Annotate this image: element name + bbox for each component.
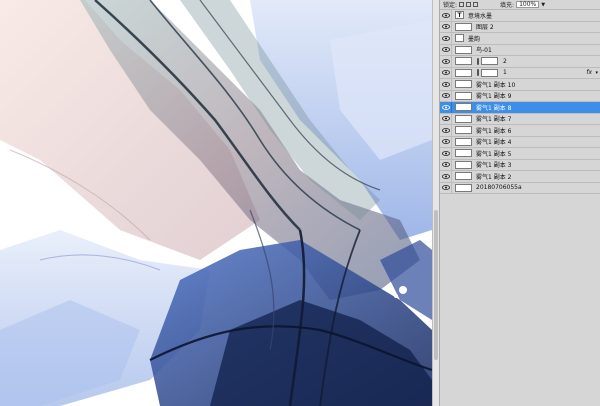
layer-name: 雾气1 副本 7	[476, 116, 512, 124]
layer-row[interactable]: 雾气1 副本 3	[440, 159, 600, 171]
layer-name: 雾气1 副本 3	[476, 162, 512, 170]
text-layer-thumbnail-icon: T	[455, 11, 464, 20]
layer-name: 雾气1 副本 5	[476, 150, 512, 158]
layer-thumbnail	[455, 126, 472, 135]
layer-row[interactable]: 20180706055a	[440, 182, 600, 194]
layer-thumbnail	[455, 183, 472, 192]
layer-row[interactable]: 雾气1 副本 9	[440, 90, 600, 102]
lock-position-icon[interactable]	[466, 2, 472, 7]
visibility-eye-icon[interactable]	[440, 67, 452, 79]
visibility-eye-icon[interactable]	[440, 21, 452, 33]
visibility-eye-icon[interactable]	[440, 136, 452, 148]
visibility-eye-icon[interactable]	[440, 9, 452, 21]
layer-row[interactable]: 雾气1 副本 10	[440, 78, 600, 91]
layer-thumbnail	[455, 149, 472, 158]
layer-name: 1	[503, 69, 507, 77]
lock-all-icon[interactable]	[473, 2, 479, 7]
layer-row[interactable]: 1 fx ▾	[440, 67, 600, 79]
visibility-eye-icon[interactable]	[440, 113, 452, 125]
mask-link-icon[interactable]	[475, 69, 480, 77]
scrollbar-thumb[interactable]	[434, 210, 438, 360]
layer-row[interactable]: 图层 2	[440, 21, 600, 33]
layer-thumbnail	[455, 57, 472, 66]
fill-input[interactable]: 100%	[516, 1, 540, 8]
layer-thumbnail	[455, 68, 472, 77]
ink-wash-artwork	[0, 0, 432, 406]
layer-row[interactable]: 雾气1 副本 6	[440, 124, 600, 137]
layer-row[interactable]: 鸟-01	[440, 44, 600, 56]
layer-thumbnail	[455, 22, 472, 31]
layer-thumbnail	[455, 114, 472, 123]
lock-toolbar: 锁定: 填充: 100% ▼	[440, 0, 600, 10]
layer-list: T 意境水墨图层 2 墨韵鸟-01 2 1 fx ▾ 雾气1 副本 10 雾气1 副本 9 雾气1…	[440, 9, 600, 194]
visibility-eye-icon[interactable]	[440, 32, 452, 44]
visibility-eye-icon[interactable]	[440, 78, 452, 90]
layer-thumbnail	[455, 91, 472, 100]
canvas-vertical-scrollbar[interactable]	[432, 0, 439, 406]
layer-name: 鸟-01	[476, 47, 492, 55]
smart-object-thumbnail-icon	[455, 34, 464, 43]
layer-name: 意境水墨	[468, 12, 493, 20]
fill-label: 填充:	[500, 2, 515, 9]
mask-link-icon[interactable]	[475, 57, 480, 65]
layer-row[interactable]: 雾气1 副本 4	[440, 136, 600, 148]
layer-name: 雾气1 副本 4	[476, 139, 512, 147]
visibility-eye-icon[interactable]	[440, 55, 452, 67]
layer-row[interactable]: T 意境水墨	[440, 9, 600, 22]
visibility-eye-icon[interactable]	[440, 147, 452, 159]
layer-thumbnail	[455, 172, 472, 181]
layer-thumbnail	[455, 45, 472, 54]
layer-name: 雾气1 副本 2	[476, 173, 512, 181]
layer-row[interactable]: 2	[440, 55, 600, 68]
visibility-eye-icon[interactable]	[440, 90, 452, 102]
layer-row[interactable]: 雾气1 副本 7	[440, 113, 600, 125]
visibility-eye-icon[interactable]	[440, 159, 452, 171]
visibility-eye-icon[interactable]	[440, 182, 452, 194]
layer-thumbnail	[455, 137, 472, 146]
expand-effects-icon[interactable]: ▾	[595, 70, 598, 76]
layer-row[interactable]: 墨韵	[440, 32, 600, 45]
layer-mask-thumbnail[interactable]	[481, 68, 498, 77]
visibility-eye-icon[interactable]	[440, 170, 452, 182]
layer-name: 雾气1 副本 6	[476, 127, 512, 135]
layer-name: 20180706055a	[476, 184, 522, 192]
layer-thumbnail	[455, 160, 472, 169]
layer-name: 墨韵	[468, 35, 481, 43]
document-canvas[interactable]	[0, 0, 432, 406]
layer-name: 雾气1 副本 9	[476, 93, 512, 101]
layer-mask-thumbnail[interactable]	[481, 57, 498, 66]
fill-dropdown-icon[interactable]: ▼	[541, 2, 545, 8]
layer-row[interactable]: 雾气1 副本 8	[440, 101, 600, 114]
layer-thumbnail	[455, 103, 472, 112]
visibility-eye-icon[interactable]	[440, 124, 452, 136]
lock-pixels-icon[interactable]	[459, 2, 465, 7]
layer-name: 2	[503, 57, 507, 65]
visibility-eye-icon[interactable]	[440, 101, 452, 113]
layer-row[interactable]: 雾气1 副本 2	[440, 170, 600, 183]
layer-name: 雾气1 副本 10	[476, 81, 516, 89]
layer-row[interactable]: 雾气1 副本 5	[440, 147, 600, 160]
layer-effects-icon[interactable]: fx	[586, 69, 592, 76]
layer-name: 雾气1 副本 8	[476, 104, 512, 112]
layer-thumbnail	[455, 80, 472, 89]
layers-panel: 锁定: 填充: 100% ▼ T 意境水墨图层 2 墨韵鸟-01 2 1 fx ▾ 雾气1 副…	[439, 0, 600, 406]
lock-label: 锁定:	[443, 2, 458, 9]
visibility-eye-icon[interactable]	[440, 44, 452, 56]
layer-name: 图层 2	[476, 24, 494, 32]
